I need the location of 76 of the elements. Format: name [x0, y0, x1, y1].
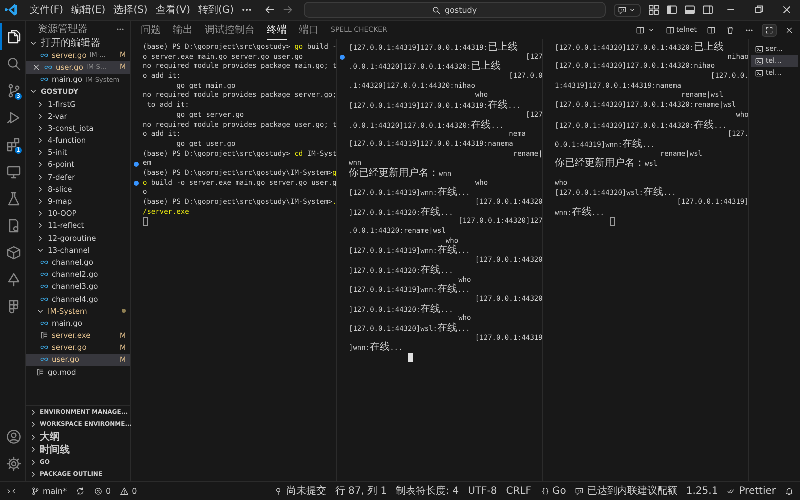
section-header[interactable]: 打开的编辑器	[26, 37, 130, 50]
close-icon	[785, 26, 794, 34]
status-item[interactable]: 尚未提交	[274, 484, 326, 498]
run-icon	[6, 110, 22, 126]
status-item[interactable]: 1.25.1	[686, 486, 718, 496]
cube-icon	[6, 244, 22, 260]
panel-icon	[684, 4, 696, 16]
sidebar-title: 资源管理器	[38, 23, 88, 36]
terminal-icon	[755, 68, 764, 78]
file-lines-icon	[36, 368, 45, 377]
modified-dot	[122, 309, 126, 314]
settings-icon	[6, 456, 22, 472]
close-icon	[32, 62, 41, 72]
chat-button[interactable]	[614, 4, 641, 16]
menu-item[interactable]: 选择(S)	[110, 3, 151, 17]
panel-tab[interactable]: 终端	[267, 20, 287, 40]
menu-item[interactable]: 文件(F)	[27, 3, 67, 17]
chat-icon	[575, 486, 584, 496]
split-icon	[666, 26, 675, 34]
menu-item[interactable]: 编辑(E)	[68, 3, 109, 17]
split-icon	[636, 26, 645, 34]
maximize-panel-button[interactable]	[762, 24, 777, 36]
blocks-icon	[6, 136, 22, 152]
split-terminal-button[interactable]	[705, 24, 718, 36]
status-item[interactable]: 已达到内联建议配额	[575, 484, 678, 498]
status-item[interactable]: Go	[540, 486, 566, 496]
braces-icon	[540, 486, 550, 496]
status-item[interactable]	[785, 486, 794, 496]
close-icon	[781, 4, 794, 16]
status-item[interactable]: Prettier	[727, 486, 776, 496]
status-item[interactable]: 0	[120, 486, 138, 496]
panel-tab[interactable]: 输出	[173, 20, 193, 40]
account-icon	[6, 428, 22, 444]
monitor-icon	[6, 164, 22, 180]
menu-item[interactable]: 查看(V)	[152, 3, 194, 17]
files-icon	[6, 28, 22, 44]
flask-icon	[6, 190, 22, 206]
status-item[interactable]	[76, 486, 85, 496]
panel-tab[interactable]: 调试控制台	[205, 20, 255, 40]
vscode-icon	[5, 3, 19, 17]
panel-tab[interactable]: 端口	[299, 20, 319, 40]
section-header[interactable]: 大纲	[26, 431, 130, 444]
chat-icon	[618, 6, 627, 14]
remote-icon	[6, 486, 16, 496]
menu-item[interactable]: 转到(G)	[196, 3, 238, 17]
trash-icon	[726, 26, 735, 34]
status-item[interactable]: UTF-8	[468, 486, 498, 496]
sidebar-icon	[666, 4, 678, 16]
terminal-icon	[755, 44, 764, 54]
restore-icon	[753, 4, 766, 16]
search-field[interactable]: gostudy	[304, 2, 606, 18]
status-item[interactable]: main*	[31, 486, 67, 496]
secondary-sidebar-icon	[702, 4, 714, 16]
layout-grid-icon	[648, 4, 660, 16]
split-icon	[707, 26, 716, 34]
error-icon	[94, 486, 103, 496]
pin-icon	[274, 486, 284, 496]
sync-icon	[76, 486, 85, 496]
maximize-icon	[765, 26, 774, 34]
status-item[interactable]: 行 87, 列 1	[335, 484, 388, 498]
section-header[interactable]: 时间线	[26, 444, 130, 456]
bell-icon	[785, 486, 794, 496]
panel-tab[interactable]: 问题	[141, 20, 161, 40]
nodes-icon	[6, 272, 22, 288]
search-icon	[432, 6, 441, 14]
status-item[interactable]: 0	[94, 486, 112, 496]
check-icon	[727, 486, 736, 496]
status-item[interactable]: 制表符长度: 4	[396, 484, 460, 498]
search-icon	[6, 56, 22, 72]
arrow-left-icon	[264, 4, 276, 16]
terminal-icon	[755, 56, 764, 66]
file-lines-icon	[40, 331, 49, 340]
status-item[interactable]: CRLF	[506, 486, 532, 496]
warning-icon	[120, 486, 130, 496]
arrow-right-icon	[282, 4, 294, 16]
branch-icon	[31, 486, 40, 496]
